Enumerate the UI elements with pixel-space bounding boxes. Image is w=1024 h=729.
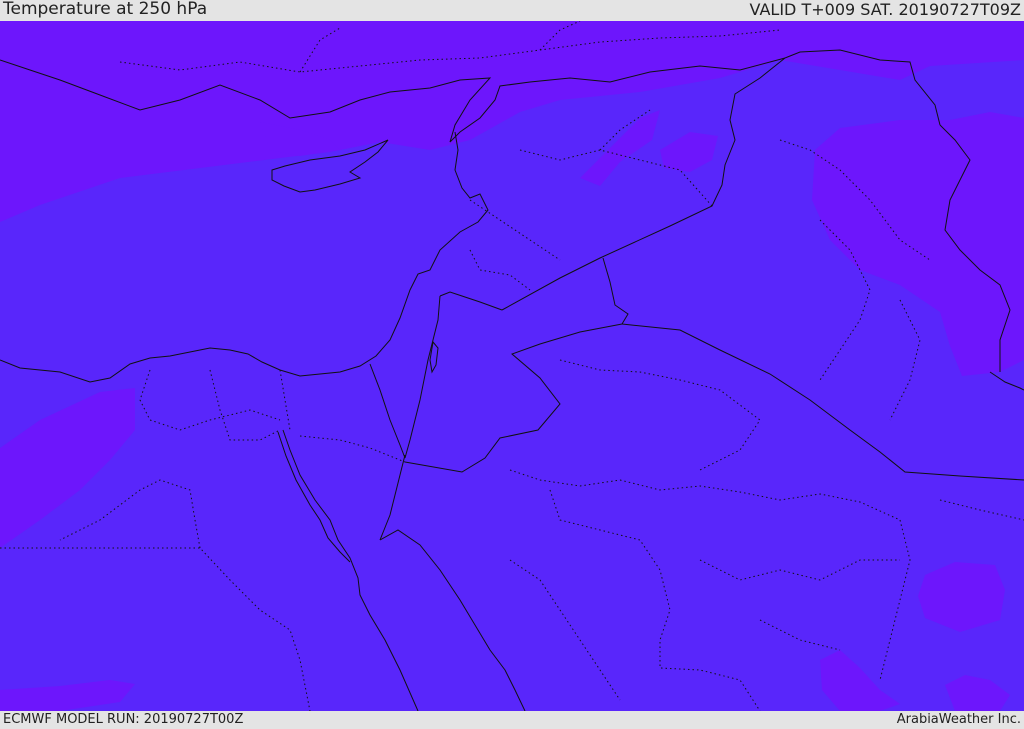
map-area[interactable] (0, 21, 1024, 711)
map-title: Temperature at 250 hPa (3, 0, 208, 19)
footer-bar: ECMWF MODEL RUN: 20190727T00Z ArabiaWeat… (0, 711, 1024, 729)
header-bar: Temperature at 250 hPa VALID T+009 SAT. … (0, 0, 1024, 21)
provider-credit: ArabiaWeather Inc. (896, 712, 1021, 727)
weather-map (0, 21, 1024, 711)
valid-time-label: VALID T+009 SAT. 20190727T09Z (749, 0, 1021, 19)
map-frame: Temperature at 250 hPa VALID T+009 SAT. … (0, 0, 1024, 729)
model-run-label: ECMWF MODEL RUN: 20190727T00Z (3, 712, 244, 727)
